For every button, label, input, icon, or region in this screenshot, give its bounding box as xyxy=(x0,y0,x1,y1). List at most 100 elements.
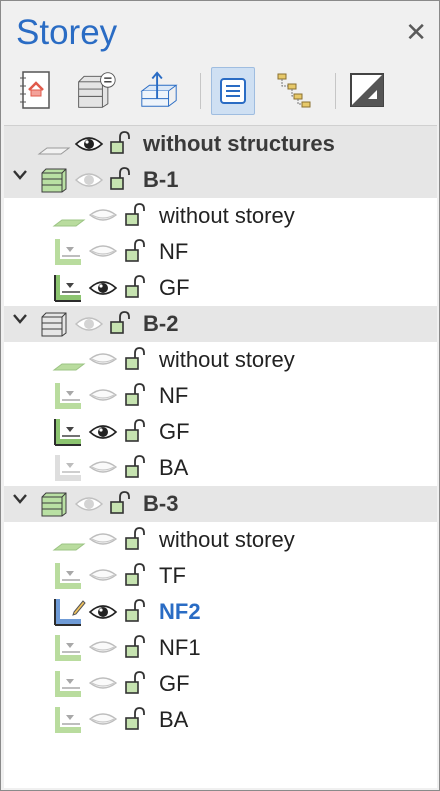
tree-item-label: GF xyxy=(159,419,190,444)
eye-closed-icon[interactable] xyxy=(88,566,118,591)
lock-open-icon[interactable] xyxy=(109,491,131,520)
lock-open-icon[interactable] xyxy=(124,275,146,304)
lock-open-icon[interactable] xyxy=(124,635,146,664)
storey-icon-gray xyxy=(52,453,82,488)
eye-icon[interactable] xyxy=(88,422,118,447)
tree-item-label: GF xyxy=(159,275,190,300)
without-structure-icon xyxy=(37,134,71,165)
storey-icon-dark xyxy=(52,273,82,308)
building-green-icon xyxy=(39,490,69,523)
tree-item-label: GF xyxy=(159,671,190,696)
lock-open-icon[interactable] xyxy=(109,167,131,196)
eye-closed-icon[interactable] xyxy=(88,350,118,375)
contrast-icon[interactable] xyxy=(346,67,388,113)
eye-closed-icon[interactable] xyxy=(88,710,118,735)
tree-item-row[interactable]: without storey xyxy=(4,342,437,378)
tree-item-row[interactable]: TF xyxy=(4,558,437,594)
storey-height-icon[interactable] xyxy=(138,67,180,113)
tree-item-label: NF xyxy=(159,239,189,264)
storey-panel: Storey ✕ without structures B-1 without st… xyxy=(0,0,440,791)
storey-icon xyxy=(52,633,82,668)
storey-icon-dark xyxy=(52,417,82,452)
lock-open-icon[interactable] xyxy=(124,455,146,484)
tree-item-label: without storey xyxy=(159,347,295,372)
eye-closed-icon[interactable] xyxy=(88,458,118,483)
building-green-icon xyxy=(39,166,69,199)
tree-item-row[interactable]: NF xyxy=(4,234,437,270)
toolbar-separator xyxy=(200,73,201,109)
chevron-down-icon[interactable] xyxy=(12,168,28,186)
lock-open-icon[interactable] xyxy=(124,239,146,268)
tree-item-label: NF xyxy=(159,383,189,408)
eye-icon[interactable] xyxy=(88,278,118,303)
tree-item-label: BA xyxy=(159,455,189,480)
close-icon[interactable]: ✕ xyxy=(405,17,427,48)
tree-group-row[interactable]: B-1 xyxy=(4,162,437,198)
storey-icon xyxy=(52,705,82,740)
eye-closed-icon[interactable] xyxy=(88,206,118,231)
lock-open-icon[interactable] xyxy=(124,419,146,448)
lock-open-icon[interactable] xyxy=(124,563,146,592)
storey-icon xyxy=(52,381,82,416)
lock-open-icon[interactable] xyxy=(124,671,146,700)
lock-open-icon[interactable] xyxy=(109,311,131,340)
chevron-down-icon[interactable] xyxy=(12,312,28,330)
tree-item-label: BA xyxy=(159,707,189,732)
storey-icon xyxy=(52,237,82,272)
panel-title: Storey xyxy=(16,13,118,52)
eye-hidden-icon[interactable] xyxy=(74,314,104,339)
tree-item-row[interactable]: without storey xyxy=(4,198,437,234)
eye-closed-icon[interactable] xyxy=(88,242,118,267)
eye-icon[interactable] xyxy=(74,134,104,159)
chevron-down-icon[interactable] xyxy=(12,492,28,510)
lock-open-icon[interactable] xyxy=(109,131,131,160)
tree-item-row[interactable]: BA xyxy=(4,702,437,738)
tree-group-label: B-1 xyxy=(143,167,179,192)
tree-group-row[interactable]: B-2 xyxy=(4,306,437,342)
tree-group-row[interactable]: B-3 xyxy=(4,486,437,522)
tree-group-label: B-2 xyxy=(143,311,179,336)
tree-item-row[interactable]: NF xyxy=(4,378,437,414)
tree-item-row[interactable]: GF xyxy=(4,414,437,450)
lock-open-icon[interactable] xyxy=(124,707,146,736)
without-storey-icon xyxy=(52,530,86,561)
lock-open-icon[interactable] xyxy=(124,383,146,412)
tree-item-label: NF2 xyxy=(159,599,201,624)
lock-open-icon[interactable] xyxy=(124,527,146,556)
tree-item-label: TF xyxy=(159,563,186,588)
tree-item-row[interactable]: NF2 xyxy=(4,594,437,630)
eye-closed-icon[interactable] xyxy=(88,530,118,555)
eye-closed-icon[interactable] xyxy=(88,674,118,699)
eye-hidden-icon[interactable] xyxy=(74,170,104,195)
storey-table-icon[interactable] xyxy=(75,67,117,113)
tree-item-row[interactable]: NF1 xyxy=(4,630,437,666)
list-view-icon[interactable] xyxy=(211,67,255,115)
toolbar xyxy=(5,63,435,119)
tree-item-label: NF1 xyxy=(159,635,201,660)
tree-item-label: without storey xyxy=(159,527,295,552)
tree-group-row[interactable]: without structures xyxy=(4,126,437,162)
hierarchy-icon[interactable] xyxy=(273,67,315,113)
tree-item-row[interactable]: without storey xyxy=(4,522,437,558)
eye-closed-icon[interactable] xyxy=(88,386,118,411)
eye-icon[interactable] xyxy=(88,602,118,627)
tree-item-row[interactable]: GF xyxy=(4,270,437,306)
without-storey-icon xyxy=(52,350,86,381)
tree-group-label: without structures xyxy=(143,131,335,156)
eye-closed-icon[interactable] xyxy=(88,638,118,663)
building-gray-icon xyxy=(39,310,69,343)
storey-icon xyxy=(52,669,82,704)
tree-group-label: B-3 xyxy=(143,491,179,516)
eye-hidden-icon[interactable] xyxy=(74,494,104,519)
tree-item-row[interactable]: BA xyxy=(4,450,437,486)
lock-open-icon[interactable] xyxy=(124,599,146,628)
lock-open-icon[interactable] xyxy=(124,203,146,232)
storey-settings-icon[interactable] xyxy=(15,67,57,113)
tree-item-label: without storey xyxy=(159,203,295,228)
lock-open-icon[interactable] xyxy=(124,347,146,376)
storey-icon xyxy=(52,561,82,596)
without-storey-icon xyxy=(52,206,86,237)
storey-tree: without structures B-1 without storey NF GF B… xyxy=(4,125,437,788)
tree-item-row[interactable]: GF xyxy=(4,666,437,702)
storey-icon-active xyxy=(52,597,86,632)
